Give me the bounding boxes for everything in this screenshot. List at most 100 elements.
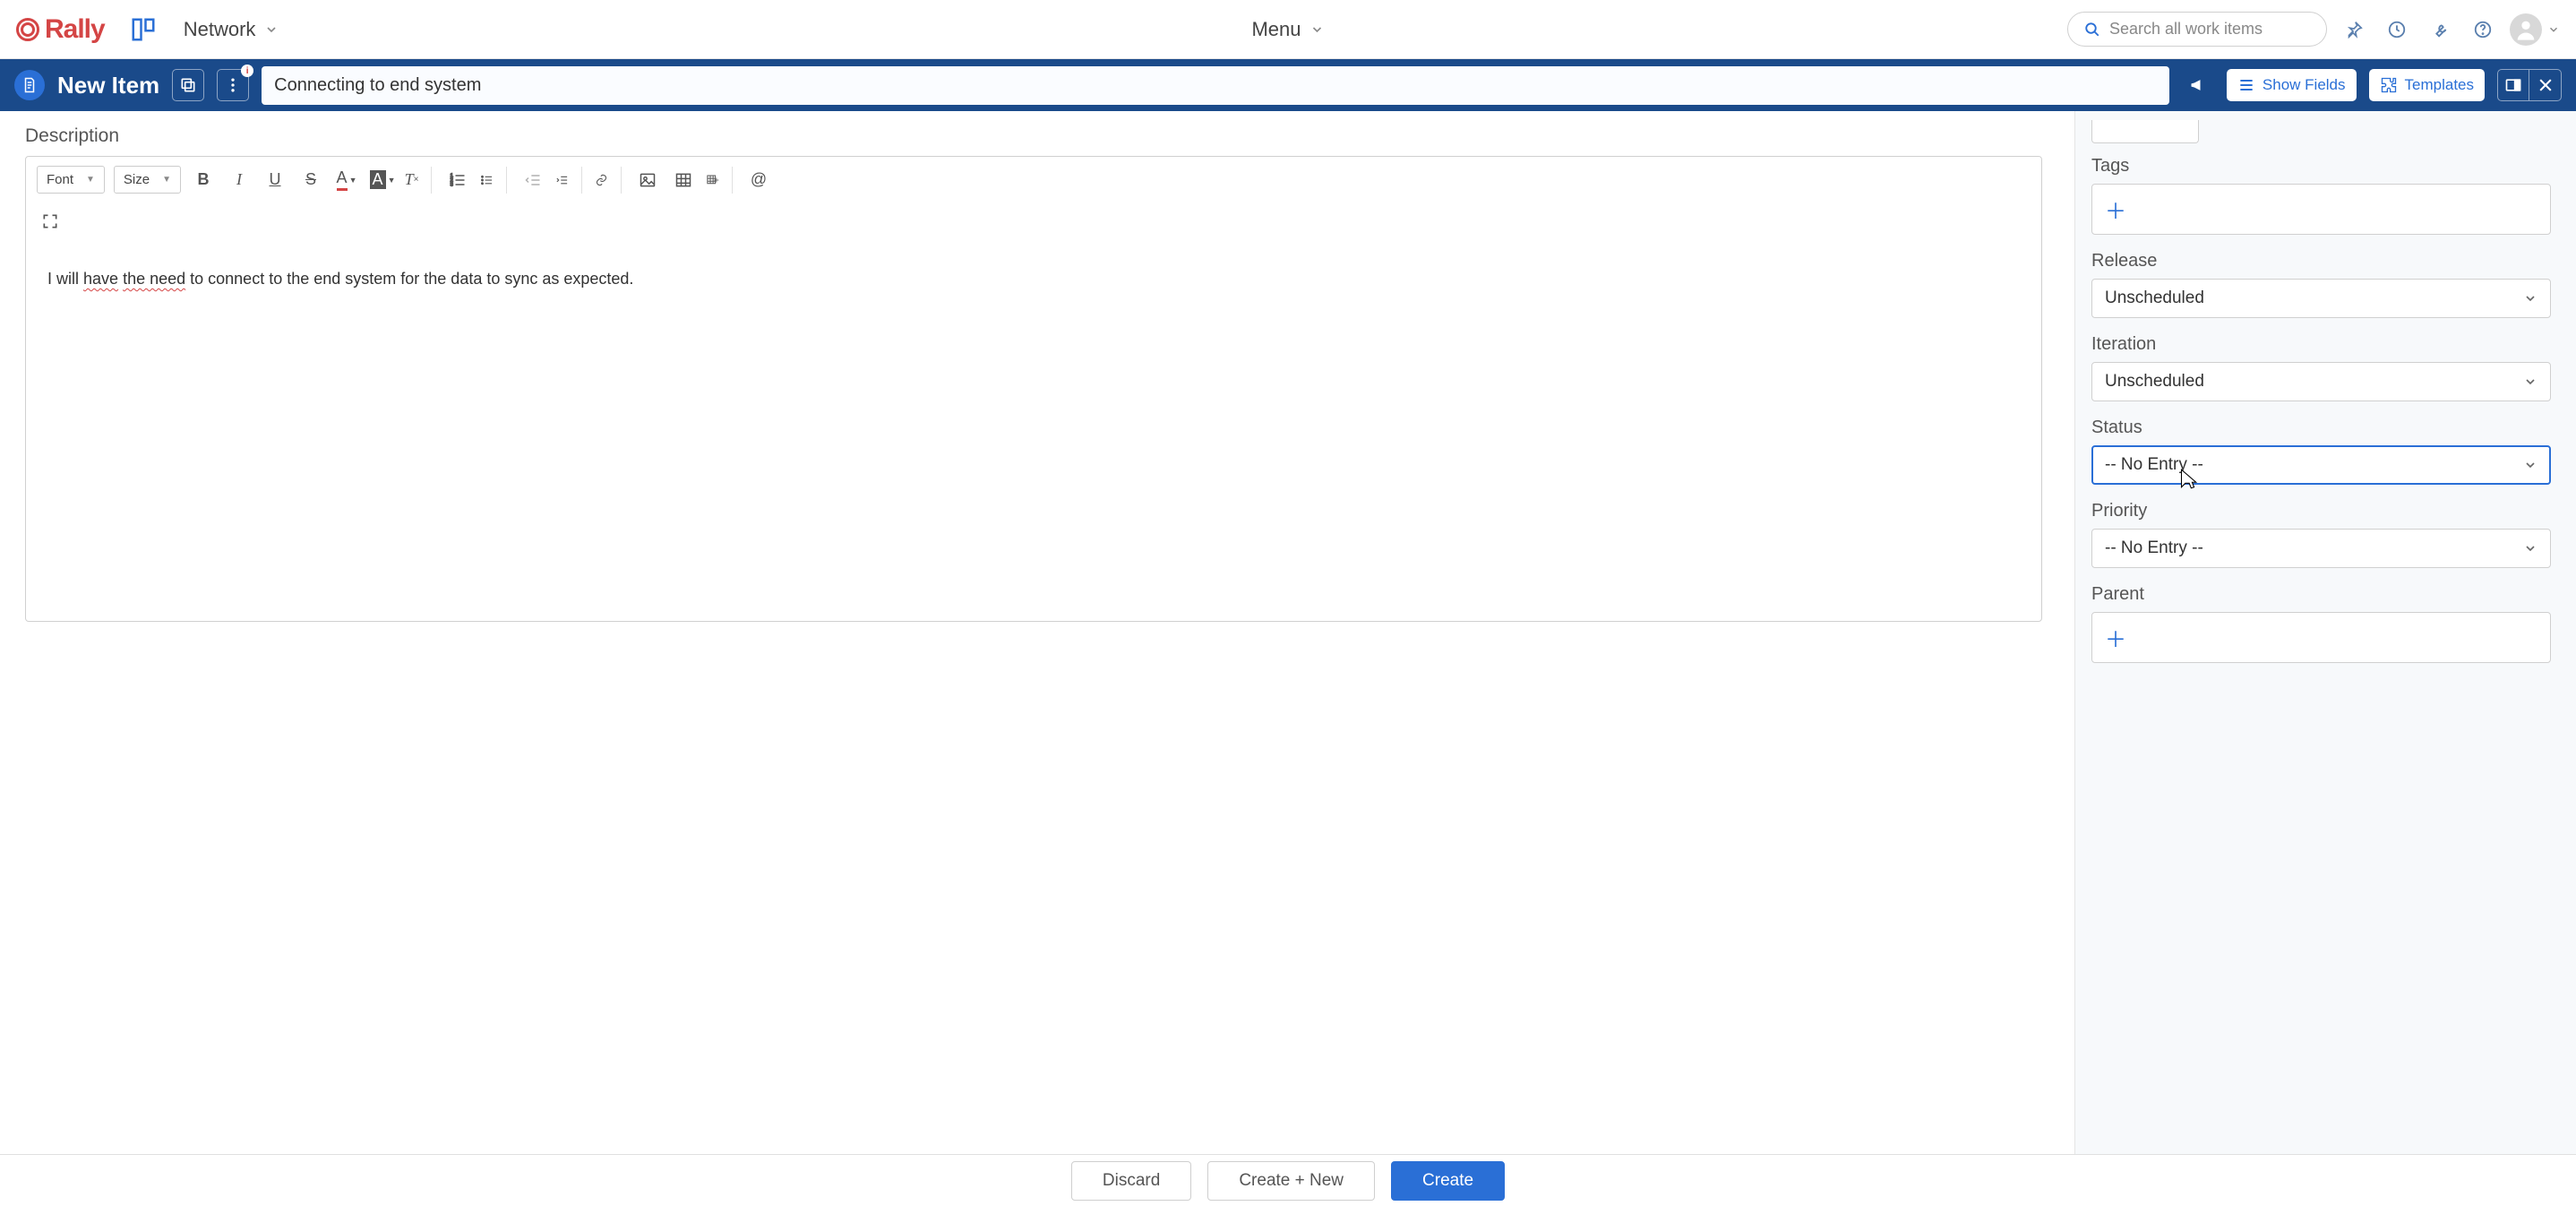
- copy-button[interactable]: [172, 69, 204, 101]
- strikethrough-button[interactable]: S: [297, 167, 324, 194]
- page-title: New Item: [57, 72, 159, 99]
- release-select[interactable]: Unscheduled: [2091, 279, 2551, 318]
- mention-button[interactable]: @: [745, 167, 772, 194]
- create-button[interactable]: Create: [1391, 1161, 1505, 1201]
- help-icon: [2473, 20, 2493, 39]
- description-body[interactable]: I will have the need to connect to the e…: [26, 247, 2041, 311]
- rich-text-editor: Font▼ Size▼ B I U S A▼ A▼ T× 123 @: [25, 156, 2042, 622]
- ol-icon: 123: [449, 171, 467, 189]
- triangle-down-icon: ▼: [86, 175, 95, 185]
- chevron-down-icon: [1310, 22, 1325, 37]
- top-appbar: Rally Network Menu Search all work items: [0, 0, 2576, 59]
- pin-icon: [2344, 20, 2364, 39]
- clear-format-button[interactable]: T×: [405, 167, 432, 194]
- status-field: Status -- No Entry --: [2091, 418, 2551, 485]
- table-button[interactable]: [670, 167, 697, 194]
- priority-select[interactable]: -- No Entry --: [2091, 529, 2551, 568]
- triangle-down-icon: ▼: [162, 175, 171, 185]
- close-button[interactable]: [2529, 69, 2562, 101]
- priority-field: Priority -- No Entry --: [2091, 501, 2551, 568]
- tools-button[interactable]: [2424, 13, 2456, 46]
- workspace-scope-dropdown[interactable]: Network: [184, 18, 279, 41]
- info-badge-icon: i: [241, 65, 253, 77]
- status-label: Status: [2091, 418, 2551, 438]
- search-placeholder: Search all work items: [2109, 20, 2263, 39]
- panel-icon: [2504, 76, 2522, 94]
- partial-field-above: [2091, 120, 2199, 143]
- main-menu-dropdown[interactable]: Menu: [1251, 18, 1324, 41]
- iteration-label: Iteration: [2091, 334, 2551, 355]
- help-button[interactable]: [2467, 13, 2499, 46]
- release-field: Release Unscheduled: [2091, 251, 2551, 318]
- chevron-down-icon: [2523, 541, 2537, 556]
- release-label: Release: [2091, 251, 2551, 271]
- scope-label: Network: [184, 18, 256, 41]
- project-selector-icon[interactable]: [130, 16, 157, 43]
- templates-label: Templates: [2405, 76, 2474, 94]
- item-title-input[interactable]: Connecting to end system: [262, 66, 2169, 105]
- ordered-list-button[interactable]: 123: [444, 167, 471, 194]
- dock-button[interactable]: [2497, 69, 2529, 101]
- priority-label: Priority: [2091, 501, 2551, 521]
- history-button[interactable]: [2381, 13, 2413, 46]
- description-label: Description: [25, 125, 2042, 147]
- rally-swirl-icon: [16, 18, 39, 41]
- parent-input[interactable]: ＋: [2091, 612, 2551, 663]
- unordered-list-button[interactable]: [480, 167, 507, 194]
- link-button[interactable]: [595, 167, 622, 194]
- description-pane: Description Font▼ Size▼ B I U S A▼ A▼ T×…: [0, 111, 2074, 1154]
- parent-field: Parent ＋: [2091, 584, 2551, 663]
- footer-actions: Discard Create + New Create: [0, 1154, 2576, 1206]
- fullscreen-button[interactable]: [37, 208, 64, 235]
- copy-icon: [179, 76, 197, 94]
- special-button[interactable]: [706, 167, 733, 194]
- image-button[interactable]: [634, 167, 661, 194]
- chevron-down-icon: [2523, 375, 2537, 389]
- bold-button[interactable]: B: [190, 167, 217, 194]
- tags-input[interactable]: ＋: [2091, 184, 2551, 235]
- indent-icon: [555, 171, 569, 189]
- wrench-icon: [2430, 20, 2450, 39]
- indent-button[interactable]: [555, 167, 582, 194]
- announcement-button[interactable]: [2182, 69, 2214, 101]
- templates-button[interactable]: Templates: [2369, 69, 2485, 101]
- plus-icon: ＋: [2105, 622, 2126, 653]
- font-dropdown[interactable]: Font▼: [37, 166, 105, 194]
- rally-wordmark: Rally: [45, 14, 105, 45]
- tags-label: Tags: [2091, 156, 2551, 177]
- expand-icon: [41, 212, 59, 230]
- link-icon: [595, 171, 608, 189]
- user-menu[interactable]: [2510, 13, 2560, 46]
- global-search-input[interactable]: Search all work items: [2067, 12, 2327, 47]
- list-icon: [2237, 76, 2255, 94]
- puzzle-icon: [2380, 76, 2398, 94]
- status-select[interactable]: -- No Entry --: [2091, 445, 2551, 485]
- close-icon: [2537, 76, 2555, 94]
- clock-icon: [2387, 20, 2407, 39]
- search-icon: [2084, 22, 2100, 38]
- show-fields-button[interactable]: Show Fields: [2227, 69, 2357, 101]
- show-fields-label: Show Fields: [2263, 76, 2346, 94]
- table-icon: [674, 171, 692, 189]
- iteration-select[interactable]: Unscheduled: [2091, 362, 2551, 401]
- size-dropdown[interactable]: Size▼: [114, 166, 181, 194]
- text-color-button[interactable]: A▼: [333, 167, 360, 194]
- plus-icon: ＋: [2105, 194, 2126, 225]
- highlight-button[interactable]: A▼: [369, 167, 396, 194]
- pin-button[interactable]: [2338, 13, 2370, 46]
- italic-button[interactable]: I: [226, 167, 253, 194]
- iteration-field: Iteration Unscheduled: [2091, 334, 2551, 401]
- create-plus-new-button[interactable]: Create + New: [1207, 1161, 1375, 1201]
- rally-logo[interactable]: Rally: [16, 14, 105, 45]
- item-toolbar: New Item i Connecting to end system Show…: [0, 59, 2576, 111]
- outdent-button[interactable]: [519, 167, 546, 194]
- ul-icon: [480, 171, 494, 189]
- more-actions-button[interactable]: i: [217, 69, 249, 101]
- image-icon: [639, 171, 657, 189]
- megaphone-icon: [2189, 76, 2207, 94]
- underline-button[interactable]: U: [262, 167, 288, 194]
- item-type-icon: [14, 70, 45, 100]
- discard-button[interactable]: Discard: [1071, 1161, 1191, 1201]
- chevron-down-icon: [2547, 23, 2560, 36]
- rte-toolbar: Font▼ Size▼ B I U S A▼ A▼ T× 123 @: [26, 157, 2041, 202]
